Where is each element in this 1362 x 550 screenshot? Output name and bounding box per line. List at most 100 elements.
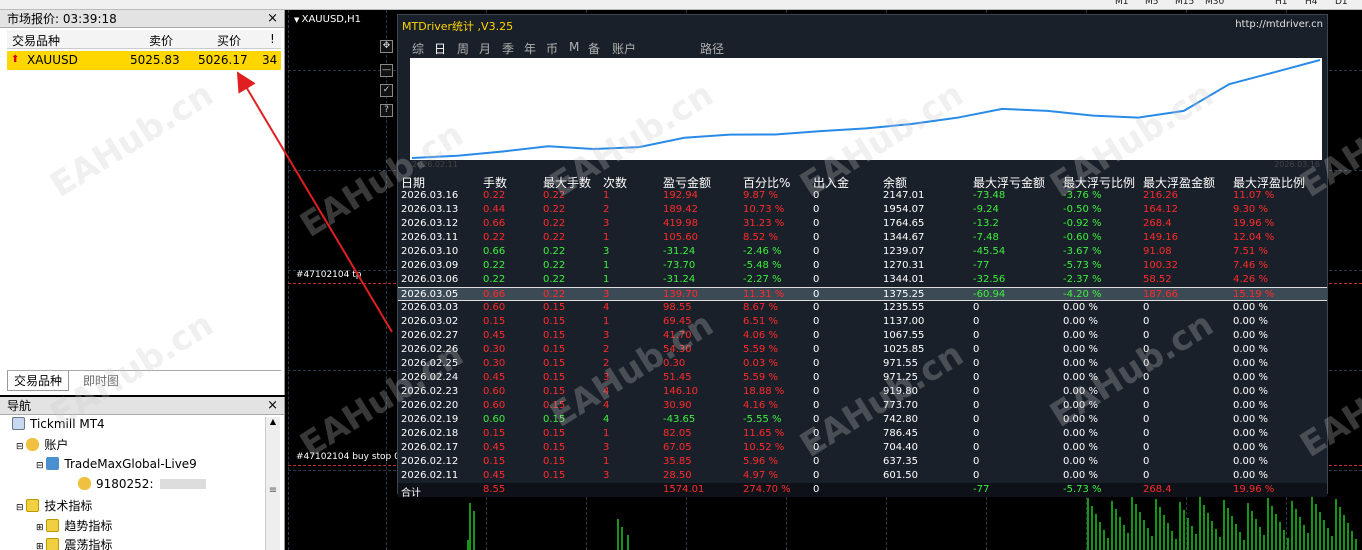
ask-column-header[interactable]: 买价 [217, 32, 241, 49]
table-row[interactable]: 2026.02.25 0.30 0.15 2 0.30 0.03 % 0 971.55 0 0.0… [398, 357, 1327, 371]
timeframe-button-d1[interactable]: D1 [1335, 0, 1348, 7]
timeframe-button-m15[interactable]: M15 [1175, 0, 1194, 7]
table-row[interactable]: 2026.02.23 0.60 0.15 4 146.10 18.88 % 0 919.80 0… [398, 385, 1327, 399]
table-cell: 0 [813, 442, 820, 453]
table-row[interactable]: 2026.03.03 0.60 0.15 4 98.55 8.67 % 0 1235.55 0 0… [398, 301, 1327, 315]
nav-server[interactable]: ⊟ TradeMaxGlobal-Live9 [36, 457, 197, 471]
table-cell: 0 [813, 190, 820, 201]
nav-indicators[interactable]: ⊟ 技术指标 [16, 497, 92, 514]
timeframe-button-h4[interactable]: H4 [1305, 0, 1318, 7]
checkmark-icon[interactable]: ✓ [380, 84, 393, 97]
stats-tab-3[interactable]: 月 [479, 40, 491, 57]
table-cell: 3 [603, 470, 610, 481]
table-cell: 0.00 % [1063, 344, 1098, 355]
table-cell: 0.22 [543, 274, 566, 285]
table-row[interactable]: 2026.02.20 0.60 0.15 4 30.90 4.16 % 0 773.70 0 0.… [398, 399, 1327, 413]
stats-tab-8[interactable]: 备 [588, 40, 600, 57]
stats-tab-4[interactable]: 季 [502, 40, 514, 57]
table-row[interactable]: 2026.02.19 0.60 0.15 4 -43.65 -5.55 % 0 742.80 0… [398, 413, 1327, 427]
table-row[interactable]: 2026.03.11 0.22 0.22 1 105.60 8.52 % 0 1344.67 -… [398, 231, 1327, 245]
table-row[interactable]: 2026.02.17 0.45 0.15 3 67.05 10.52 % 0 704.40 0 0… [398, 441, 1327, 455]
table-cell: 601.50 [883, 470, 918, 481]
stats-tab-0[interactable]: 综 [412, 40, 424, 57]
timeframe-button-m30[interactable]: M30 [1205, 0, 1224, 7]
tab-symbols[interactable]: 交易品种 [7, 371, 70, 391]
table-cell: 0 [813, 274, 820, 285]
table-row[interactable]: 2026.03.06 0.22 0.22 1 -31.24 -2.27 % 0 1344.01… [398, 273, 1327, 287]
symbol-row[interactable]: ⬆ XAUUSD 5025.83 5026.17 34 [7, 51, 281, 70]
table-row[interactable]: 2026.02.24 0.45 0.15 3 51.45 5.59 % 0 971.25 0 0.… [398, 371, 1327, 385]
stats-tab-6[interactable]: 币 [546, 40, 558, 57]
nav-trend[interactable]: ⊞ 趋势指标 [36, 517, 112, 534]
scroll-thumb[interactable]: ≡ [268, 485, 278, 499]
table-cell: 0 [1143, 302, 1150, 313]
table-cell: 2 [603, 344, 610, 355]
table-cell: 10.73 % [743, 204, 785, 215]
table-row[interactable]: 2026.02.18 0.15 0.15 1 82.05 11.65 % 0 786.45 0 0… [398, 427, 1327, 441]
table-cell: -9.24 [973, 204, 999, 215]
tab-tick-chart[interactable]: 即时图 [77, 371, 126, 391]
table-cell: -77 [973, 260, 990, 271]
bid-column-header[interactable]: 卖价 [149, 32, 173, 49]
table-cell: 0.00 % [1233, 330, 1268, 341]
symbol-column-header[interactable]: 交易品种 [12, 32, 60, 49]
total-cell: 合计 [401, 488, 421, 499]
table-row[interactable]: 2026.02.12 0.15 0.15 1 35.85 5.96 % 0 637.35 0 0.… [398, 455, 1327, 469]
nav-login[interactable]: 9180252: [78, 477, 206, 491]
timeframe-button-m5[interactable]: M5 [1145, 0, 1159, 7]
table-cell: 18.88 % [743, 386, 785, 397]
table-cell: 0.15 [543, 442, 566, 453]
table-row[interactable]: 2026.03.10 0.66 0.22 3 -31.24 -2.46 % 0 1239.07… [398, 245, 1327, 259]
table-row[interactable]: 2026.03.05 0.66 0.22 3 139.70 11.31 % 0 1375.25… [398, 287, 1327, 301]
crosshair-icon[interactable]: ✥ [380, 40, 393, 53]
masked-login [159, 479, 206, 489]
table-row[interactable]: 2026.03.12 0.66 0.22 3 419.98 31.23 % 0 1764.65… [398, 217, 1327, 231]
total-cell: -5.73 % [1063, 484, 1102, 495]
table-row[interactable]: 2026.03.13 0.44 0.22 2 189.42 10.73 % 0 1954.07… [398, 203, 1327, 217]
scroll-up-icon[interactable]: ▲ [267, 417, 279, 430]
help-icon[interactable]: ? [380, 104, 393, 117]
timeframe-button-m1[interactable]: M1 [1115, 0, 1129, 7]
stats-tab-5[interactable]: 年 [524, 40, 536, 57]
stats-tab-9[interactable]: 账户 [612, 40, 636, 57]
table-row[interactable]: 2026.03.16 0.22 0.22 1 192.94 9.87 % 0 2147.01 -… [398, 189, 1327, 203]
stats-tab-10[interactable]: 路径 [700, 40, 724, 57]
table-cell: 3 [603, 218, 610, 229]
table-cell: 4 [603, 414, 610, 425]
table-cell: 773.70 [883, 400, 918, 411]
stats-tab-7[interactable]: M [569, 40, 579, 54]
table-cell: 0.00 % [1063, 372, 1098, 383]
close-icon[interactable]: × [267, 397, 278, 415]
spread-column-header[interactable]: ! [270, 32, 275, 46]
minimize-icon[interactable]: — [380, 64, 393, 77]
table-cell: 2026.02.27 [401, 330, 459, 341]
table-cell: 1067.55 [883, 330, 925, 341]
table-cell: 1344.01 [883, 274, 925, 285]
stats-url[interactable]: http://mtdriver.cn [1235, 19, 1323, 30]
nav-oscillators[interactable]: ⊞ 震荡指标 [36, 536, 112, 550]
table-cell: 0.15 [543, 316, 566, 327]
table-cell: 2026.02.23 [401, 386, 459, 397]
market-watch-title: 市场报价: 03:39:18 × [0, 10, 284, 28]
timeframe-button-h1[interactable]: H1 [1275, 0, 1288, 7]
table-cell: 7.46 % [1233, 260, 1268, 271]
table-row[interactable]: 2026.02.27 0.45 0.15 3 41.70 4.06 % 0 1067.55 0 0… [398, 329, 1327, 343]
nav-broker[interactable]: Tickmill MT4 [12, 417, 105, 431]
navigator-scrollbar[interactable]: ▲ ≡ [265, 417, 280, 550]
table-row[interactable]: 2026.03.02 0.15 0.15 1 69.45 6.51 % 0 1137.00 0 0… [398, 315, 1327, 329]
table-cell: 0 [973, 358, 980, 369]
stats-tab-1[interactable]: 日 [434, 40, 446, 57]
table-cell: -13.2 [973, 218, 999, 229]
table-row[interactable]: 2026.02.26 0.30 0.15 2 54.30 5.59 % 0 1025.85 0 0… [398, 343, 1327, 357]
graph-end-date: 2026.03.16 [1274, 160, 1320, 169]
table-cell: 4.26 % [1233, 274, 1268, 285]
table-cell: 0 [813, 204, 820, 215]
table-row[interactable]: 2026.03.09 0.22 0.22 1 -73.70 -5.48 % 0 1270.31… [398, 259, 1327, 273]
table-cell: 8.67 % [743, 302, 778, 313]
stats-tab-2[interactable]: 周 [457, 40, 469, 57]
table-row[interactable]: 2026.02.11 0.45 0.15 3 28.50 4.97 % 0 601.50 0 0.… [398, 469, 1327, 483]
nav-accounts[interactable]: ⊟ 账户 [16, 436, 68, 453]
close-icon[interactable]: × [267, 10, 278, 28]
table-cell: 149.16 [1143, 232, 1178, 243]
table-cell: 11.07 % [1233, 190, 1275, 201]
